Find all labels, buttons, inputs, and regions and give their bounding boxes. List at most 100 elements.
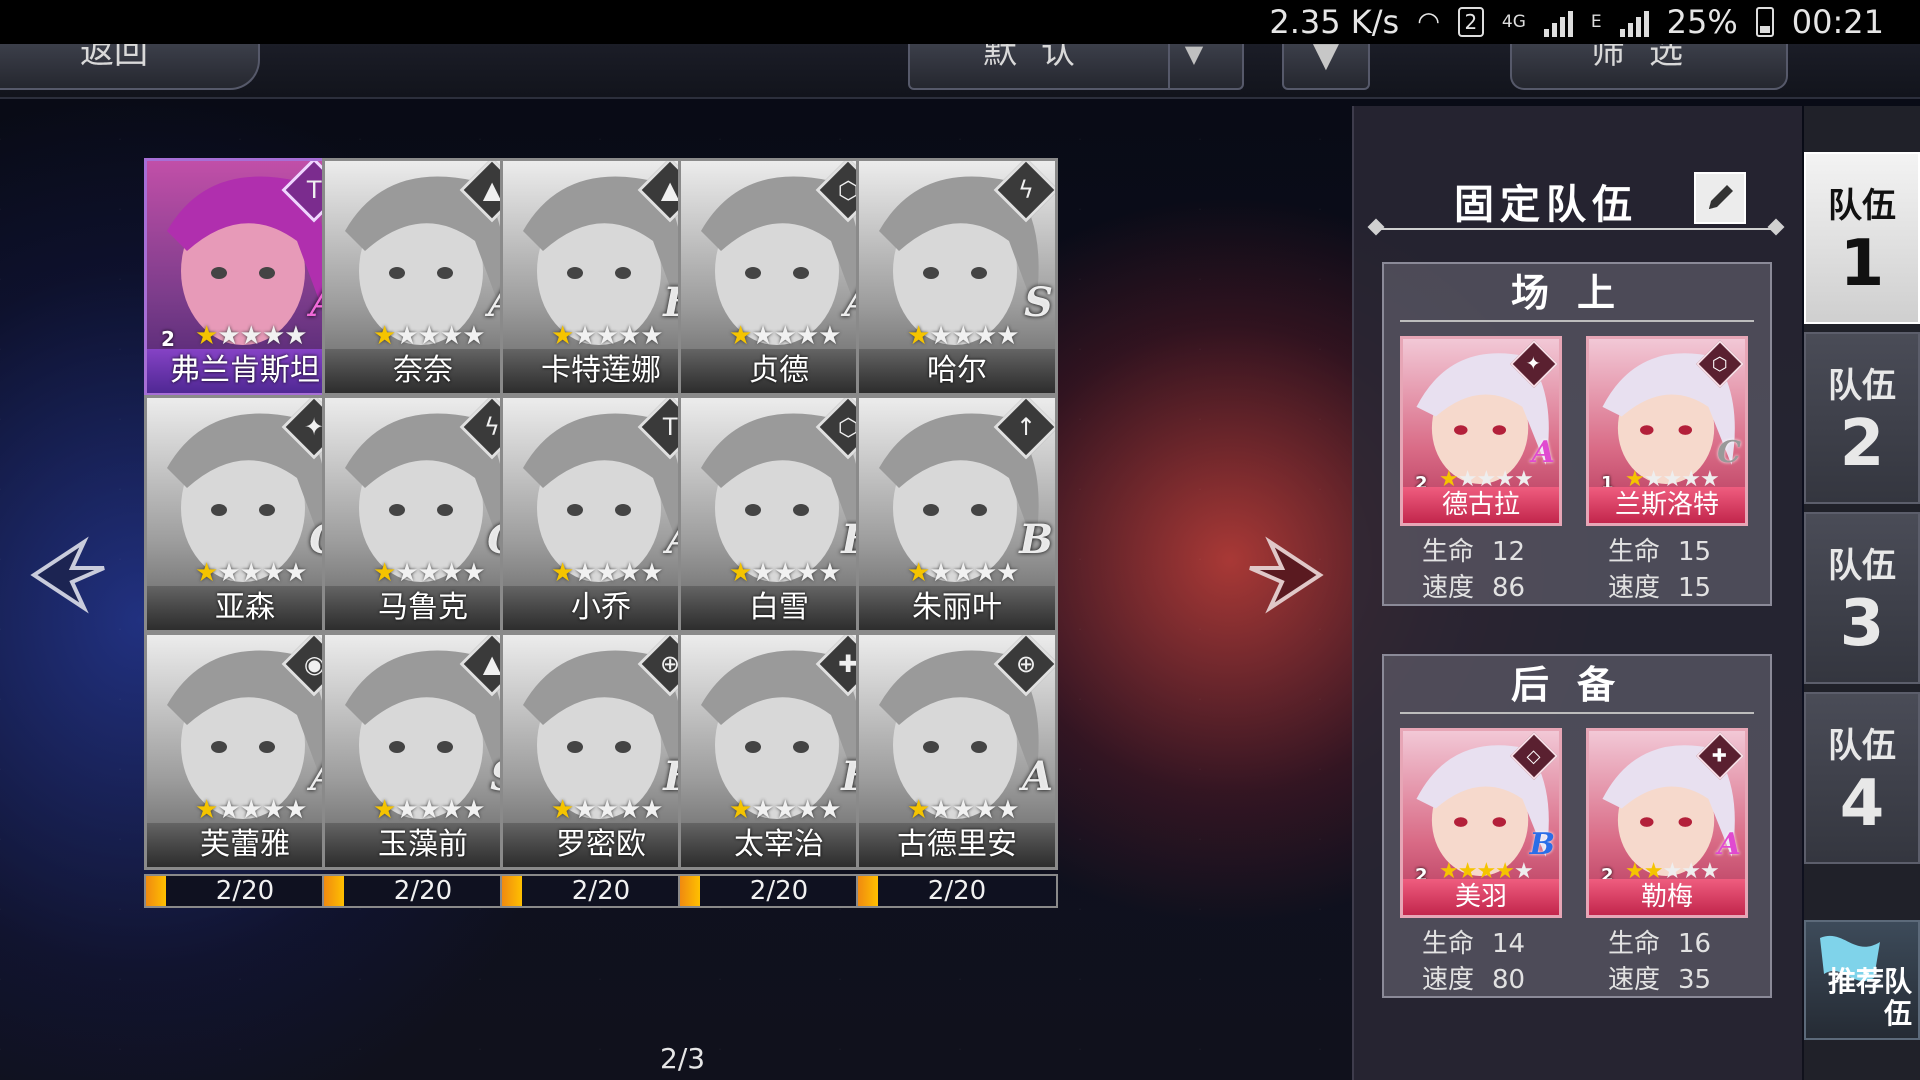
star-rating: ★★★★★: [551, 321, 664, 351]
edit-team-button[interactable]: [1694, 172, 1746, 224]
character-card[interactable]: ✦C★★★★★亚森: [144, 395, 346, 633]
star-icon: ★: [617, 558, 641, 588]
star-icon: ★: [373, 795, 396, 825]
star-icon: ★: [617, 321, 641, 351]
battery-percent: 25%: [1666, 3, 1738, 41]
star-icon: ★: [439, 795, 463, 825]
character-card[interactable]: ⊕B★★★★★罗密欧: [500, 632, 702, 870]
progress-text: 2/20: [749, 876, 809, 906]
team-title: 固定队伍: [1454, 182, 1638, 228]
star-icon: ★: [284, 558, 307, 588]
character-name: 马鲁克: [325, 586, 521, 630]
star-icon: ★: [217, 321, 240, 351]
star-icon: ★: [617, 795, 641, 825]
team-member-card[interactable]: ◇ B 2 ★★★★★ 美羽: [1400, 728, 1562, 918]
tab-team-3[interactable]: 队伍 3: [1804, 512, 1920, 684]
character-card[interactable]: ⊕ A ★★★★★ 古德里安: [856, 632, 1058, 870]
filter-button[interactable]: 筛选: [1510, 44, 1788, 90]
clock: 00:21: [1791, 3, 1884, 41]
triangle-down-icon: ▼: [1312, 44, 1340, 75]
star-icon: ★: [795, 321, 819, 351]
field-label: 场上: [1510, 271, 1643, 315]
section-divider: [1400, 320, 1754, 322]
section-divider: [1400, 712, 1754, 714]
rank-letter: B: [1019, 516, 1053, 563]
tab-label: 队伍: [1828, 726, 1896, 766]
sort-order-button[interactable]: ▼: [1282, 44, 1370, 90]
star-icon: ★: [239, 321, 263, 351]
character-card[interactable]: TA2★★★★★弗兰肯斯坦: [144, 158, 346, 396]
wifi-icon: ◠: [1417, 7, 1440, 37]
star-icon: ★: [818, 321, 841, 351]
star-icon: ★: [795, 558, 819, 588]
star-icon: ★: [439, 558, 463, 588]
star-icon: ★: [395, 321, 418, 351]
star-icon: ★: [773, 795, 797, 825]
star-icon: ★: [729, 558, 752, 588]
star-rating: ★★★★★: [551, 795, 664, 825]
character-card[interactable]: ✚B★★★★★太宰治: [678, 632, 880, 870]
star-icon: ★: [751, 321, 774, 351]
star-icon: ★: [640, 558, 663, 588]
star-icon: ★: [907, 321, 930, 351]
prev-page-arrow-icon[interactable]: [24, 530, 114, 620]
tab-number: 4: [1839, 767, 1885, 841]
team-member-card[interactable]: ✚ A 2 ★★★★★ 勒梅: [1586, 728, 1748, 918]
status-bar: 2.35 K/s ◠ 2 4G E 25% 00:21: [0, 0, 1920, 44]
progress-text: 2/20: [571, 876, 631, 906]
character-name: 罗密欧: [503, 823, 699, 867]
member-stats: 生命 14 速度 80: [1400, 926, 1562, 998]
star-icon: ★: [640, 795, 663, 825]
back-button[interactable]: 返回: [0, 44, 260, 90]
star-icon: ★: [951, 321, 975, 351]
sort-dropdown[interactable]: 默认 ▼: [908, 44, 1244, 90]
star-icon: ★: [595, 321, 619, 351]
star-icon: ★: [818, 795, 841, 825]
recommend-team-button[interactable]: 推荐队伍: [1804, 920, 1920, 1040]
recommend-team-label: 推荐队伍: [1827, 965, 1912, 1030]
character-name: 贞德: [681, 349, 877, 393]
star-rating: ★★★★★: [195, 558, 308, 588]
tab-team-1[interactable]: 队伍 1: [1804, 152, 1920, 324]
chevron-down-icon[interactable]: ▼: [1168, 44, 1242, 88]
star-icon: ★: [595, 795, 619, 825]
team-member-card[interactable]: ⬡ C 1 ★★★★★ 兰斯洛特: [1586, 336, 1748, 526]
star-rating: ★★★★★: [373, 321, 486, 351]
next-page-arrow-icon[interactable]: [1240, 530, 1330, 620]
level-number: 2: [161, 327, 175, 351]
member-name: 兰斯洛特: [1589, 487, 1745, 523]
star-icon: ★: [595, 558, 619, 588]
star-icon: ★: [195, 795, 218, 825]
tab-team-4[interactable]: 队伍 4: [1804, 692, 1920, 864]
character-card[interactable]: ϟ S ★★★★★ 哈尔: [856, 158, 1058, 396]
character-card[interactable]: ▲B★★★★★卡特莲娜: [500, 158, 702, 396]
team-member-card[interactable]: ✦ A 2 ★★★★★ 德古拉: [1400, 336, 1562, 526]
progress-text: 2/20: [215, 876, 275, 906]
character-card[interactable]: TA★★★★★小乔: [500, 395, 702, 633]
star-icon: ★: [439, 321, 463, 351]
shard-progress-bar: 2/20: [144, 874, 346, 908]
net-type: 4G: [1501, 12, 1526, 32]
character-card[interactable]: ▲A★★★★★奈奈: [322, 158, 524, 396]
character-card[interactable]: ↑ B ★★★★★ 朱丽叶: [856, 395, 1058, 633]
hp-label: 生命: [1422, 537, 1475, 567]
character-name: 哈尔: [859, 349, 1055, 393]
star-rating: ★★★★★: [729, 558, 842, 588]
tab-team-2[interactable]: 队伍 2: [1804, 332, 1920, 504]
hp-value: 16: [1678, 929, 1712, 959]
character-name: 太宰治: [681, 823, 877, 867]
character-card[interactable]: ϟC★★★★★马鲁克: [322, 395, 524, 633]
star-icon: ★: [929, 558, 952, 588]
rank-letter: B: [1529, 827, 1555, 862]
character-card[interactable]: ◉A★★★★★芙蕾雅: [144, 632, 346, 870]
speed-value: 35: [1678, 965, 1712, 995]
tab-number: 2: [1839, 407, 1885, 481]
star-rating: ★★★★★: [195, 795, 308, 825]
star-rating: ★★★★★: [907, 558, 1020, 588]
member-name: 勒梅: [1589, 879, 1745, 915]
character-card[interactable]: ⬡B★★★★★白雪: [678, 395, 880, 633]
star-icon: ★: [818, 558, 841, 588]
character-card[interactable]: ⬡A★★★★★贞德: [678, 158, 880, 396]
character-card[interactable]: ▲S★★★★★玉藻前: [322, 632, 524, 870]
rank-letter: S: [1024, 279, 1053, 326]
